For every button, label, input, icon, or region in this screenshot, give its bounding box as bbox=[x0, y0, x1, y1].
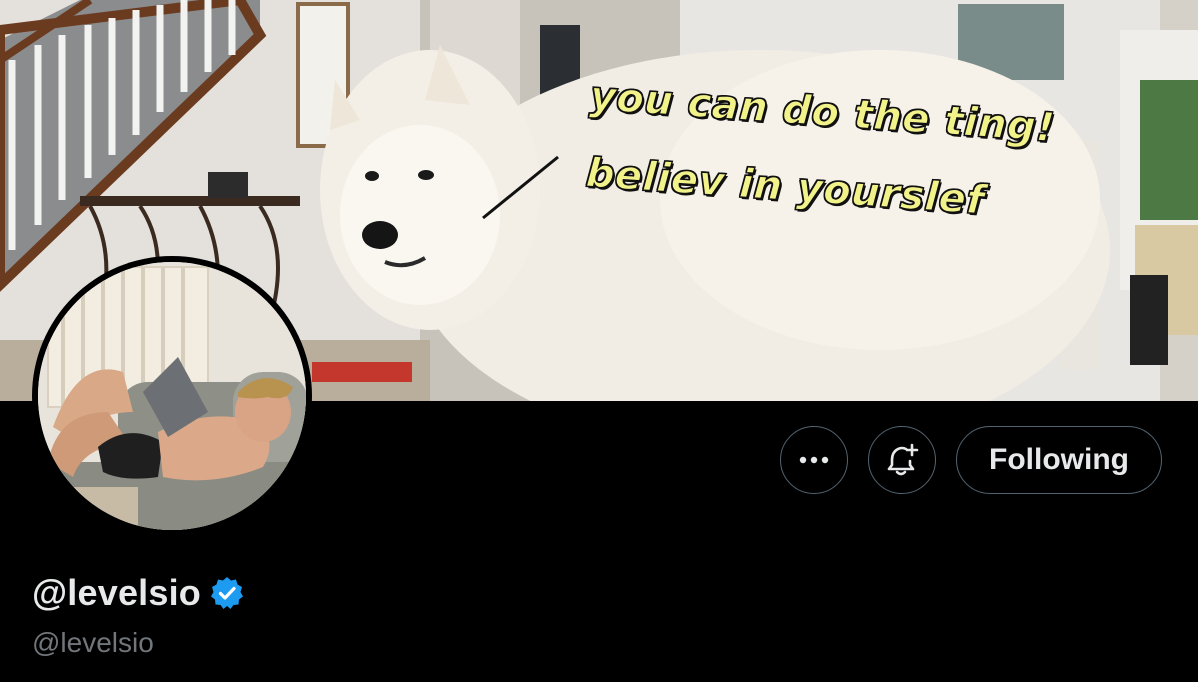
handle: @levelsio bbox=[32, 627, 154, 658]
bell-plus-icon bbox=[884, 442, 920, 478]
notify-button[interactable] bbox=[868, 426, 936, 494]
avatar[interactable] bbox=[32, 256, 312, 536]
display-name: @levelsio bbox=[32, 572, 201, 613]
following-button[interactable]: Following bbox=[956, 426, 1162, 494]
profile-name-row: @levelsio bbox=[32, 572, 245, 614]
verified-badge-icon[interactable] bbox=[209, 575, 245, 611]
avatar-photo bbox=[38, 262, 306, 530]
more-button[interactable] bbox=[780, 426, 848, 494]
more-horizontal-icon bbox=[799, 456, 829, 464]
